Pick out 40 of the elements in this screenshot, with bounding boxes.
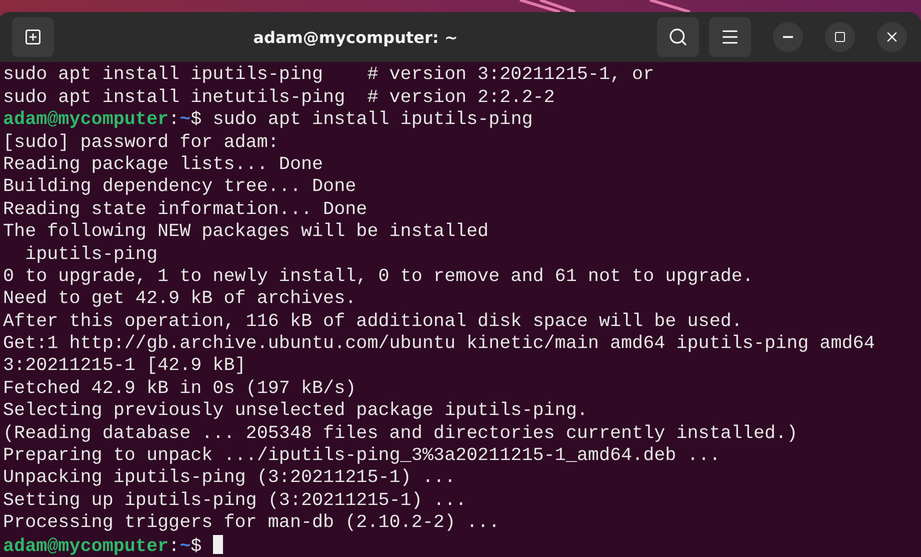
command-text: sudo apt install iputils-ping xyxy=(212,109,533,130)
output-line: Unpacking iputils-ping (3:20211215-1) ... xyxy=(3,467,456,488)
output-line: After this operation, 116 kB of additional disk space will be used. xyxy=(3,310,742,332)
close-button[interactable] xyxy=(877,22,907,52)
output-line: Processing triggers for man-db (2.10.2-2) ... xyxy=(3,512,500,534)
prompt-path: ~ xyxy=(180,109,191,130)
output-line: iputils-ping xyxy=(24,244,158,265)
prompt-symbol: $ xyxy=(190,109,202,130)
output-line: Fetched 42.9 kB in 0s (197 kB/s) xyxy=(3,378,356,399)
output-line: Selecting previously unselected package iputils-ping. xyxy=(3,400,588,422)
output-line: Get:1 http://gb.archive.ubuntu.com/ubuntu kinetic/main amd64 iputils-ping amd64 xyxy=(3,333,875,354)
minimize-button[interactable] xyxy=(773,22,803,52)
output-line: Building dependency tree... Done xyxy=(3,176,356,198)
output-line: [sudo] password for adam: xyxy=(3,132,279,153)
search-button[interactable] xyxy=(657,17,699,58)
output-line: 3:20211215-1 [42.9 kB] xyxy=(3,355,246,376)
output-line: 0 to upgrade, 1 to newly install, 0 to remove and 61 not to upgrade. xyxy=(3,266,754,287)
prompt-separator: : xyxy=(168,536,180,557)
search-icon xyxy=(668,27,688,48)
new-tab-button[interactable] xyxy=(12,17,54,58)
prompt-symbol: $ xyxy=(190,536,202,557)
prompt-separator: : xyxy=(168,109,180,130)
prompt-user-host: adam@mycomputer xyxy=(3,536,169,557)
window-title: adam@mycomputer: ~ xyxy=(252,28,459,47)
output-line: Reading package lists... Done xyxy=(3,154,324,175)
prompt-path: ~ xyxy=(180,536,191,557)
output-line: sudo apt install iputils-ping # version 3:20211215-1, or xyxy=(3,64,654,86)
output-line: Reading state information... Done xyxy=(3,198,368,220)
output-line: sudo apt install inetutils-ping # version 2:2.2-2 xyxy=(3,86,555,108)
output-line: (Reading database ... 205348 files and directories currently installed.) xyxy=(3,422,798,444)
output-line: Preparing to unpack .../iputils-ping_3%3a20211215-1_amd64.deb ... xyxy=(3,445,720,466)
output-line: Need to get 42.9 kB of archives. xyxy=(3,288,356,310)
output-line: The following NEW packages will be installed xyxy=(3,221,489,242)
minimize-icon xyxy=(783,36,793,38)
maximize-button[interactable] xyxy=(825,22,855,52)
output-line: Setting up iputils-ping (3:20211215-1) ... xyxy=(3,490,467,511)
maximize-icon xyxy=(834,31,846,44)
new-tab-icon xyxy=(24,28,42,46)
prompt-user-host: adam@mycomputer xyxy=(3,109,169,130)
menu-button[interactable] xyxy=(709,17,751,58)
